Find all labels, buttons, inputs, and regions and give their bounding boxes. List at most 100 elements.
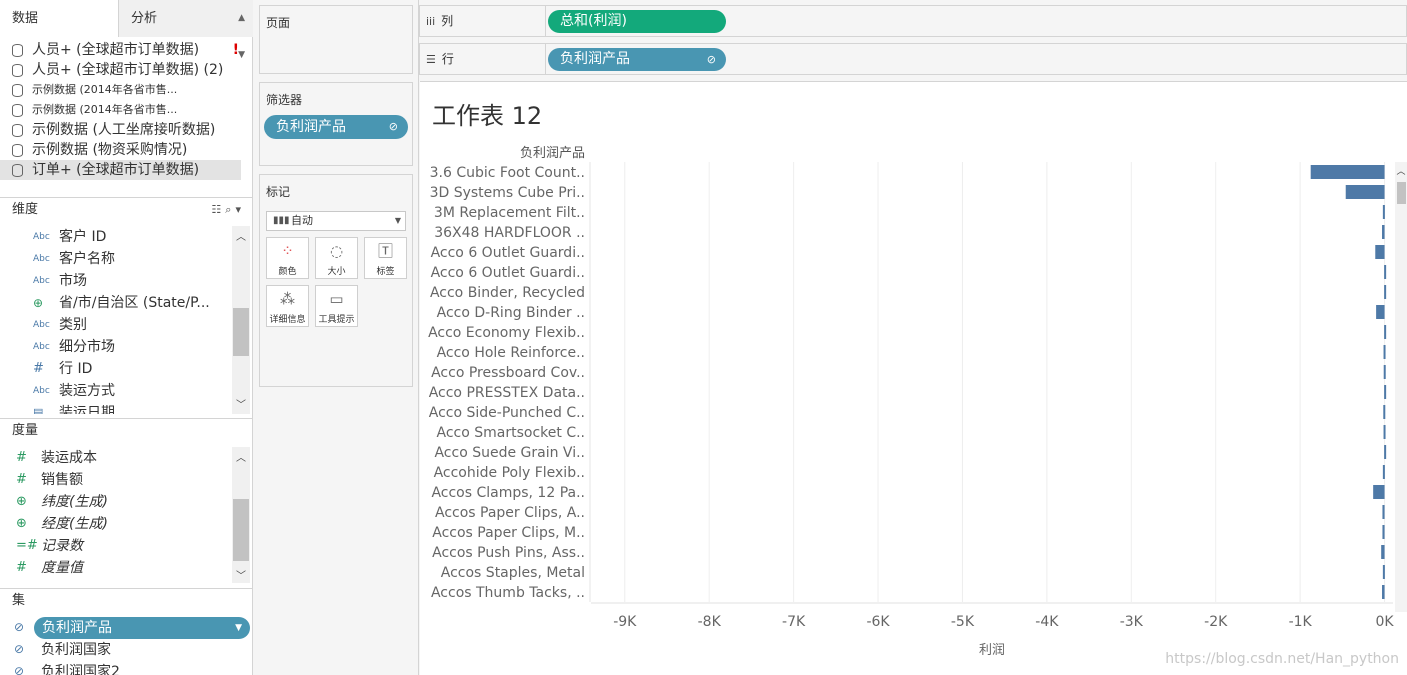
x-tick-label: -6K	[866, 614, 890, 630]
measure-scrollbar[interactable]: ︿ ﹀	[232, 447, 250, 583]
sets-title: 集	[12, 593, 26, 608]
columns-pill-sum-profit[interactable]: 总和(利润)	[548, 10, 726, 33]
field-label: 市场	[59, 273, 87, 289]
dimension-field[interactable]: # 行 ID	[0, 358, 230, 380]
dimension-field[interactable]: ▤ 装运日期	[0, 402, 230, 414]
rows-pill-negative-profit-products[interactable]: 负利润产品 ⊘	[548, 48, 726, 71]
dimension-field[interactable]: Abc 细分市场	[0, 336, 230, 358]
color-button[interactable]: ⁘ 颜色	[266, 237, 309, 279]
scroll-thumb[interactable]	[233, 308, 249, 356]
category-label: Accos Thumb Tacks, ..	[431, 585, 585, 601]
field-label: 类别	[59, 317, 87, 333]
string-icon: Abc	[33, 342, 50, 352]
field-label: 装运方式	[59, 383, 115, 399]
set-link-icon: ⊘	[706, 53, 716, 66]
scroll-down-icon[interactable]: ﹀	[232, 567, 250, 582]
scroll-thumb[interactable]	[233, 499, 249, 561]
bar	[1382, 525, 1385, 539]
search-icon[interactable]: ⌕	[225, 203, 235, 216]
string-icon: Abc	[33, 320, 50, 330]
string-icon: Abc	[33, 276, 50, 286]
tooltip-label: 工具提示	[318, 315, 355, 325]
dimension-field[interactable]: Abc 客户名称	[0, 248, 230, 270]
category-label: Acco PRESSTEX Data..	[429, 385, 585, 401]
database-icon	[12, 84, 23, 97]
database-icon	[12, 104, 23, 117]
menu-dropdown-icon[interactable]: ▾	[235, 203, 245, 216]
color-icon: ⁘	[281, 242, 294, 260]
filter-pill-negative-profit-products[interactable]: 负利润产品 ⊘	[264, 115, 408, 139]
size-button[interactable]: ◌ 大小	[315, 237, 358, 279]
mark-type-select[interactable]: ▮▮▮ 自动 ▼	[266, 211, 406, 231]
bar	[1384, 325, 1387, 339]
measure-field[interactable]: =# 记录数	[0, 535, 230, 557]
datasource-item[interactable]: 示例数据 (2014年各省市售...	[0, 80, 253, 100]
dimension-field[interactable]: Abc 类别	[0, 314, 230, 336]
scroll-down-icon[interactable]: ﹀	[232, 396, 250, 411]
measure-field[interactable]: # 度量值	[0, 557, 230, 579]
bar	[1376, 305, 1385, 319]
field-label: 省/市/自治区 (State/P...	[59, 295, 210, 311]
set-item-negative-profit-countries-2[interactable]: 负利润国家2	[0, 661, 120, 675]
scroll-up-icon[interactable]: ︿	[232, 449, 250, 464]
measure-field[interactable]: # 装运成本	[0, 447, 230, 469]
set-item-negative-profit-products[interactable]: 负利润产品 ▼	[34, 617, 250, 639]
datasource-item[interactable]: 示例数据 (人工坐席接听数据)	[0, 120, 253, 140]
detail-button[interactable]: ⁂ 详细信息	[266, 285, 309, 327]
datasource-label: 人员+ (全球超市订单数据)	[32, 42, 200, 58]
chart-scroll-thumb	[1397, 182, 1406, 204]
string-icon: Abc	[33, 232, 50, 242]
dimension-scrollbar[interactable]: ︿ ﹀	[232, 226, 250, 414]
tab-data[interactable]: 数据	[0, 0, 119, 37]
detail-label: 详细信息	[269, 315, 306, 325]
field-label: 度量值	[41, 560, 83, 576]
measure-field[interactable]: ⊕ 纬度(生成)	[0, 491, 230, 513]
datasource-item[interactable]: 订单+ (全球超市订单数据)	[0, 160, 241, 180]
category-label: Acco Hole Reinforce..	[437, 345, 585, 361]
measure-field[interactable]: # 销售额	[0, 469, 230, 491]
x-tick-label: -9K	[613, 614, 637, 630]
bar	[1382, 225, 1385, 239]
rows-icon: ☰	[426, 53, 436, 66]
field-label: 细分市场	[59, 339, 115, 355]
datasource-label: 示例数据 (2014年各省市售...	[32, 103, 178, 116]
field-label: 销售额	[41, 472, 83, 488]
dimension-field[interactable]: ⊕ 省/市/自治区 (State/P...	[0, 292, 230, 314]
filters-card[interactable]: 筛选器 负利润产品 ⊘	[259, 82, 413, 166]
dimension-field[interactable]: Abc 装运方式	[0, 380, 230, 402]
shelf-divider	[545, 6, 546, 36]
scroll-up-icon[interactable]: ︿	[232, 228, 250, 243]
set-link-icon: ⊘	[388, 120, 398, 133]
columns-pill-label: 总和(利润)	[560, 13, 627, 29]
tooltip-button[interactable]: ▭ 工具提示	[315, 285, 358, 327]
set-item-negative-profit-countries[interactable]: 负利润国家	[0, 639, 111, 661]
size-icon: ◌	[329, 242, 344, 260]
field-label: 经度(生成)	[41, 516, 108, 532]
datasource-item[interactable]: 示例数据 (2014年各省市售...	[0, 100, 253, 120]
label-button[interactable]: 🅃 标签	[364, 237, 407, 279]
dropdown-icon[interactable]: ▼	[235, 617, 242, 639]
tab-analysis[interactable]: 分析 ▲ ▼	[119, 0, 253, 60]
number-icon: #	[33, 361, 44, 376]
measure-field[interactable]: ⊕ 经度(生成)	[0, 513, 230, 535]
pages-card[interactable]: 页面	[259, 5, 413, 74]
columns-shelf[interactable]: iii 列 总和(利润)	[419, 5, 1407, 37]
rows-shelf-label: ☰ 行	[426, 44, 454, 74]
dimension-field[interactable]: Abc 市场	[0, 270, 230, 292]
globe-icon: ⊕	[33, 296, 44, 310]
list-view-icon[interactable]: ☷	[211, 203, 225, 216]
pane-tabs: 数据 分析 ▲ ▼	[0, 0, 253, 60]
x-tick-label: -3K	[1120, 614, 1144, 630]
datasource-item[interactable]: 示例数据 (物资采购情况)	[0, 140, 253, 160]
worksheet: 工作表 12 负利润产品 3.6 Cubic Foot Count.. 3D Sys…	[420, 81, 1407, 675]
rows-shelf[interactable]: ☰ 行 负利润产品 ⊘	[419, 43, 1407, 75]
number-icon: #	[16, 472, 27, 487]
shelf-divider	[545, 44, 546, 74]
tooltip-icon: ▭	[329, 290, 344, 308]
detail-icon: ⁂	[280, 290, 295, 308]
bar-chart-icon: ▮▮▮	[273, 215, 290, 226]
datasource-item[interactable]: 人员+ (全球超市订单数据)!	[0, 40, 253, 60]
datasource-item[interactable]: 人员+ (全球超市订单数据) (2)	[0, 60, 253, 80]
dropdown-icon: ▼	[394, 216, 401, 225]
dimension-field[interactable]: Abc 客户 ID	[0, 226, 230, 248]
